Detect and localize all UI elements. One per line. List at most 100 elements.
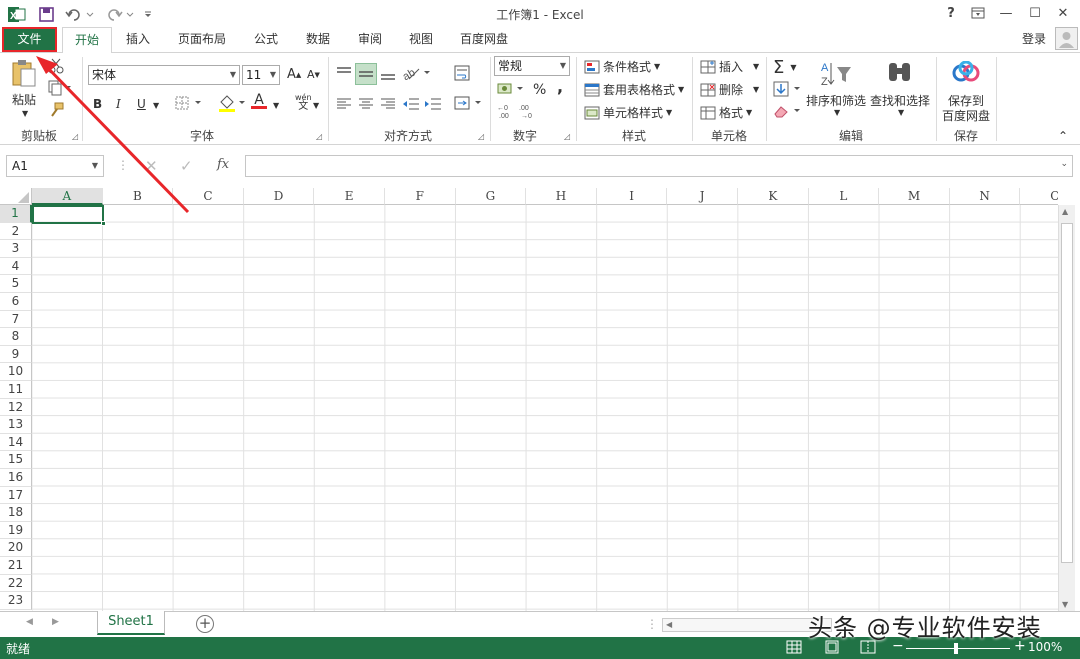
column-header[interactable]: G — [455, 188, 527, 205]
underline-dropdown-icon[interactable]: ▼ — [153, 101, 159, 110]
find-select-button[interactable]: 查找和选择 — [870, 92, 930, 109]
font-color-button[interactable]: A — [251, 92, 267, 109]
avatar[interactable] — [1055, 27, 1078, 50]
tab-split-handle-icon[interactable]: ⋮ — [646, 617, 658, 631]
row-header[interactable]: 9 — [0, 345, 32, 364]
number-launcher-icon[interactable]: ◿ — [564, 132, 570, 141]
row-header[interactable]: 6 — [0, 293, 32, 311]
increase-indent-icon[interactable] — [424, 97, 442, 111]
copy-icon[interactable] — [48, 80, 72, 96]
insert-function-button[interactable]: fx — [217, 157, 229, 172]
cancel-entry-icon[interactable]: ✕ — [145, 157, 158, 175]
tab-insert[interactable]: 插入 — [118, 27, 158, 52]
cell-styles-button[interactable]: 单元格样式 ▼ — [584, 104, 672, 121]
number-format-select[interactable]: 常规 ▼ — [494, 56, 570, 76]
scroll-down-icon[interactable]: ▼ — [1062, 600, 1068, 609]
name-box[interactable]: A1 ▼ — [6, 155, 104, 177]
row-header[interactable]: 16 — [0, 469, 32, 487]
borders-icon[interactable] — [175, 95, 205, 111]
row-header[interactable]: 19 — [0, 521, 32, 540]
cut-icon[interactable] — [48, 58, 64, 74]
align-bottom-icon[interactable] — [380, 65, 396, 81]
row-header[interactable]: 21 — [0, 557, 32, 575]
fill-handle[interactable] — [101, 221, 106, 226]
column-header[interactable]: L — [808, 188, 880, 205]
orientation-icon[interactable]: ab — [403, 65, 431, 81]
decrease-decimal-icon[interactable]: .00 →0 — [519, 103, 537, 119]
tab-page-layout[interactable]: 页面布局 — [170, 27, 234, 52]
alignment-launcher-icon[interactable]: ◿ — [478, 132, 484, 141]
confirm-entry-icon[interactable]: ✓ — [180, 157, 193, 175]
font-size-select[interactable]: 11 ▼ — [242, 65, 280, 85]
vertical-scrollbar[interactable]: ▲ ▼ — [1058, 205, 1075, 611]
sort-filter-dropdown-icon[interactable]: ▼ — [834, 108, 840, 117]
sort-filter-button[interactable]: 排序和筛选 — [806, 92, 866, 109]
tab-home[interactable]: 开始 — [62, 27, 112, 53]
sort-filter-icon[interactable]: AZ — [820, 59, 852, 87]
find-select-icon[interactable] — [886, 59, 914, 87]
percent-button[interactable]: % — [533, 82, 546, 98]
collapse-ribbon-icon[interactable]: ⌃ — [1058, 129, 1068, 143]
tab-file[interactable]: 文件 — [2, 27, 57, 52]
column-header[interactable]: E — [314, 188, 385, 205]
format-painter-icon[interactable] — [48, 102, 64, 118]
maximize-button[interactable]: ☐ — [1024, 3, 1046, 23]
column-header[interactable]: B — [102, 188, 174, 205]
italic-button[interactable]: I — [116, 97, 121, 111]
fill-icon[interactable] — [773, 81, 803, 97]
align-center-icon[interactable] — [358, 97, 374, 111]
column-header[interactable]: O — [1020, 188, 1058, 205]
ribbon-display-options-icon[interactable] — [967, 3, 989, 23]
format-as-table-button[interactable]: 套用表格格式 ▼ — [584, 81, 684, 98]
row-header[interactable]: 22 — [0, 574, 32, 593]
grow-font-button[interactable]: A ▲ — [287, 67, 301, 82]
wrap-text-icon[interactable] — [454, 65, 470, 81]
sheet-tab-sheet1[interactable]: Sheet1 — [97, 611, 165, 635]
row-header[interactable]: 11 — [0, 381, 32, 399]
column-header[interactable]: K — [738, 188, 809, 205]
tab-baidu-netdisk[interactable]: 百度网盘 — [452, 27, 516, 52]
vertical-scroll-thumb[interactable] — [1061, 223, 1073, 563]
accounting-format-icon[interactable] — [497, 81, 527, 97]
comma-button[interactable]: , — [557, 77, 563, 96]
font-launcher-icon[interactable]: ◿ — [316, 132, 322, 141]
worksheet-grid[interactable]: ABCDEFGHIJKLMNO 1 2 3 4 5 6 7 8 9 10 11 12 13 14 15 16 1… — [0, 188, 1058, 611]
phonetic-button[interactable]: wén 文 — [295, 93, 312, 112]
conditional-format-button[interactable]: 条件格式 ▼ — [584, 58, 660, 75]
column-header[interactable]: A — [32, 188, 103, 205]
add-sheet-button[interactable]: + — [196, 615, 214, 633]
login-link[interactable]: 登录 — [1022, 30, 1046, 47]
baidu-netdisk-icon[interactable] — [952, 61, 980, 83]
row-header[interactable]: 17 — [0, 486, 32, 505]
increase-decimal-icon[interactable]: ←0.00 — [497, 103, 515, 119]
row-header[interactable]: 12 — [0, 398, 32, 417]
next-sheet-icon[interactable]: ▶ — [52, 617, 59, 627]
tab-review[interactable]: 审阅 — [350, 27, 390, 52]
decrease-indent-icon[interactable] — [402, 97, 420, 111]
prev-sheet-icon[interactable]: ◀ — [26, 617, 33, 627]
phonetic-dropdown-icon[interactable]: ▼ — [313, 101, 319, 110]
zoom-slider-thumb[interactable] — [954, 643, 958, 654]
row-header[interactable]: 1 — [0, 205, 32, 223]
format-cells-button[interactable]: 格式 ▼ — [700, 104, 752, 121]
scroll-up-icon[interactable]: ▲ — [1062, 207, 1068, 216]
align-top-icon[interactable] — [336, 65, 352, 81]
row-header[interactable]: 5 — [0, 275, 32, 293]
tab-formulas[interactable]: 公式 — [246, 27, 286, 52]
paste-dropdown-icon[interactable]: ▼ — [22, 109, 28, 118]
tab-view[interactable]: 视图 — [401, 27, 441, 52]
clear-icon[interactable] — [773, 103, 803, 119]
save-to-baidu-line2[interactable]: 百度网盘 — [942, 107, 990, 124]
scroll-left-icon[interactable]: ◀ — [666, 620, 672, 629]
column-header[interactable]: C — [173, 188, 244, 205]
underline-button[interactable]: U — [137, 97, 146, 111]
expand-formula-icon[interactable]: ⌄ — [1060, 159, 1068, 169]
column-header[interactable]: I — [596, 188, 668, 205]
merge-center-icon[interactable] — [454, 95, 484, 111]
zoom-slider[interactable] — [906, 643, 1010, 654]
insert-cells-button[interactable]: 插入 ▼ — [700, 58, 759, 75]
column-header[interactable]: M — [879, 188, 950, 205]
column-header[interactable]: H — [526, 188, 597, 205]
column-header[interactable]: N — [949, 188, 1021, 205]
row-header[interactable]: 14 — [0, 433, 32, 452]
